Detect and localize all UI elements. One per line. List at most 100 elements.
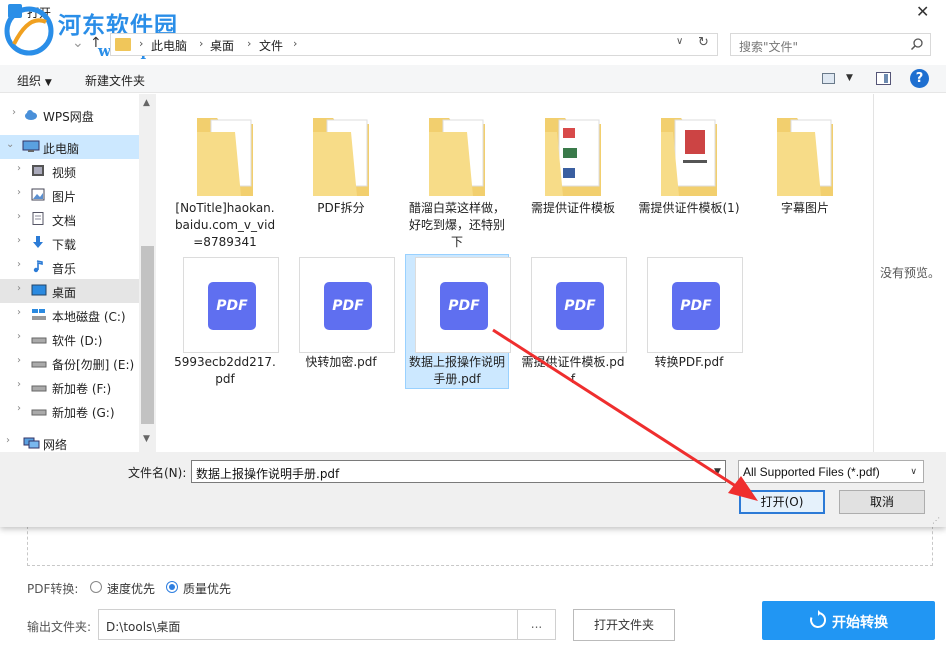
view-mode-icon[interactable] — [822, 73, 835, 84]
sidebar-item-videos[interactable]: › 视频 — [0, 159, 139, 183]
sidebar-item-documents[interactable]: › 文档 — [0, 207, 139, 231]
file-name: 快转加密.pdf — [305, 355, 377, 369]
filename-input[interactable]: 数据上报操作说明手册.pdf — [191, 460, 726, 483]
file-type-select[interactable]: All Supported Files (*.pdf) ∨ — [738, 460, 924, 483]
quality-priority-radio[interactable] — [166, 581, 178, 593]
up-arrow-icon[interactable]: ↑ — [90, 35, 102, 51]
search-input[interactable]: 搜索"文件" — [739, 38, 798, 55]
desktop-icon — [31, 284, 47, 296]
video-icon — [32, 165, 44, 176]
sidebar-item-pictures[interactable]: › 图片 — [0, 183, 139, 207]
file-name: PDF拆分 — [317, 201, 365, 215]
speed-priority-label[interactable]: 速度优先 — [107, 580, 155, 597]
cancel-button[interactable]: 取消 — [839, 490, 925, 514]
output-path-field[interactable]: D:\tools\桌面 ... — [98, 609, 556, 640]
chevron-right-icon[interactable]: › — [139, 37, 143, 50]
output-folder-label: 输出文件夹: — [27, 620, 92, 634]
caret-down-icon[interactable]: ▼ — [846, 73, 853, 83]
open-button[interactable]: 打开(O) — [739, 490, 825, 514]
file-name: 5993ecb2dd217.pdf — [174, 355, 276, 386]
download-icon — [33, 236, 43, 248]
sidebar-item-drive-f[interactable]: › 新加卷 (F:) — [0, 375, 139, 399]
open-folder-button[interactable]: 打开文件夹 — [573, 609, 675, 641]
caret-down-icon: ∨ — [910, 467, 917, 477]
refresh-icon[interactable]: ↻ — [698, 35, 709, 50]
file-name: 转换PDF.pdf — [654, 355, 724, 369]
chevron-right-icon[interactable]: › — [12, 107, 16, 118]
chevron-right-icon[interactable]: › — [17, 235, 21, 246]
chevron-right-icon[interactable]: › — [17, 307, 21, 318]
pdf-convert-label: PDF转换: — [27, 582, 79, 596]
resize-grip-icon[interactable]: ⋰ — [932, 516, 940, 525]
chevron-down-icon[interactable]: ∨ — [676, 36, 683, 47]
sidebar-item-drive-e[interactable]: › 备份[勿删] (E:) — [0, 351, 139, 375]
caret-down-icon[interactable]: ▼ — [714, 467, 721, 477]
chevron-right-icon[interactable]: › — [17, 259, 21, 270]
picture-icon — [31, 188, 45, 201]
sidebar-scrollbar[interactable]: ▲ ▼ — [139, 94, 156, 452]
cloud-icon — [25, 110, 37, 120]
sidebar-item-drive-d[interactable]: › 软件 (D:) — [0, 327, 139, 351]
sidebar-item-label: 音乐 — [52, 262, 77, 276]
new-folder-button[interactable]: 新建文件夹 — [85, 72, 145, 89]
chevron-right-icon[interactable]: › — [17, 403, 21, 414]
quality-priority-label[interactable]: 质量优先 — [183, 580, 231, 597]
network-icon — [23, 437, 40, 449]
no-preview-text: 没有预览。 — [880, 266, 941, 280]
search-box[interactable]: 搜索"文件" — [730, 33, 931, 56]
chevron-right-icon[interactable]: › — [199, 37, 203, 50]
pdf-thumbnail: PDF — [299, 257, 395, 353]
chevron-right-icon[interactable]: › — [293, 37, 297, 50]
chevron-right-icon[interactable]: › — [17, 283, 21, 294]
file-type-value: All Supported Files (*.pdf) — [743, 465, 880, 479]
folder-icon — [429, 118, 485, 196]
speed-priority-radio[interactable] — [90, 581, 102, 593]
file-list: [NoTitle]haokan.baidu.com_v_vid=8789341 … — [157, 94, 873, 452]
sidebar-item-this-pc[interactable]: ⌄ 此电脑 — [0, 135, 139, 159]
breadcrumb-this-pc[interactable]: 此电脑 — [151, 37, 187, 54]
sidebar-item-drive-c[interactable]: › 本地磁盘 (C:) — [0, 303, 139, 327]
close-icon[interactable]: ✕ — [916, 2, 929, 21]
pdf-icon: PDF — [208, 282, 256, 330]
chevron-right-icon[interactable]: › — [17, 331, 21, 342]
sidebar-item-drive-g[interactable]: › 新加卷 (G:) — [0, 399, 139, 423]
search-icon[interactable] — [910, 37, 924, 51]
chevron-right-icon[interactable]: › — [17, 211, 21, 222]
sidebar-item-wps-cloud[interactable]: › WPS网盘 — [0, 103, 139, 127]
recent-locations-icon[interactable]: ⌄ — [72, 35, 84, 51]
scroll-up-icon[interactable]: ▲ — [143, 98, 150, 108]
chevron-right-icon[interactable]: › — [17, 163, 21, 174]
address-bar[interactable]: › 此电脑 › 桌面 › 文件 › — [110, 33, 718, 56]
navigation-pane: › WPS网盘 ⌄ 此电脑 › 视频 › 图片 › 文档 › 下载 › 音乐 ›… — [0, 94, 156, 452]
pdf-thumbnail: PDF — [183, 257, 279, 353]
sidebar-item-music[interactable]: › 音乐 — [0, 255, 139, 279]
chevron-right-icon[interactable]: › — [17, 355, 21, 366]
pdf-icon: PDF — [556, 282, 604, 330]
browse-button[interactable]: ... — [517, 610, 555, 639]
folder-icon — [313, 118, 369, 196]
chevron-right-icon[interactable]: › — [17, 187, 21, 198]
breadcrumb-desktop[interactable]: 桌面 — [210, 37, 234, 54]
sidebar-item-downloads[interactable]: › 下载 — [0, 231, 139, 255]
computer-icon — [22, 140, 40, 152]
file-name: 醋溜白菜这样做，好吃到爆，还特别下 — [408, 201, 505, 249]
chevron-right-icon[interactable]: › — [247, 37, 251, 50]
chevron-right-icon[interactable]: › — [17, 379, 21, 390]
help-icon[interactable]: ? — [910, 69, 929, 88]
chevron-down-icon[interactable]: ⌄ — [6, 139, 14, 150]
breadcrumb-files[interactable]: 文件 — [259, 37, 283, 54]
sidebar-item-label: 桌面 — [52, 286, 77, 300]
sidebar-item-label: 新加卷 (F:) — [52, 382, 112, 396]
output-path-value: D:\tools\桌面 — [106, 620, 181, 634]
organize-label: 组织 — [17, 74, 42, 88]
sidebar-scroll-thumb[interactable] — [141, 246, 154, 424]
organize-button[interactable]: 组织 ▼ — [17, 72, 52, 89]
start-convert-button[interactable]: 开始转换 — [762, 601, 935, 640]
chevron-right-icon[interactable]: › — [6, 435, 10, 446]
scroll-down-icon[interactable]: ▼ — [143, 434, 150, 444]
preview-pane-icon[interactable] — [876, 72, 891, 85]
sidebar-item-label: 视频 — [52, 166, 77, 180]
sidebar-item-desktop[interactable]: › 桌面 — [0, 279, 139, 303]
drive-icon — [31, 409, 47, 416]
start-convert-label: 开始转换 — [832, 615, 888, 631]
